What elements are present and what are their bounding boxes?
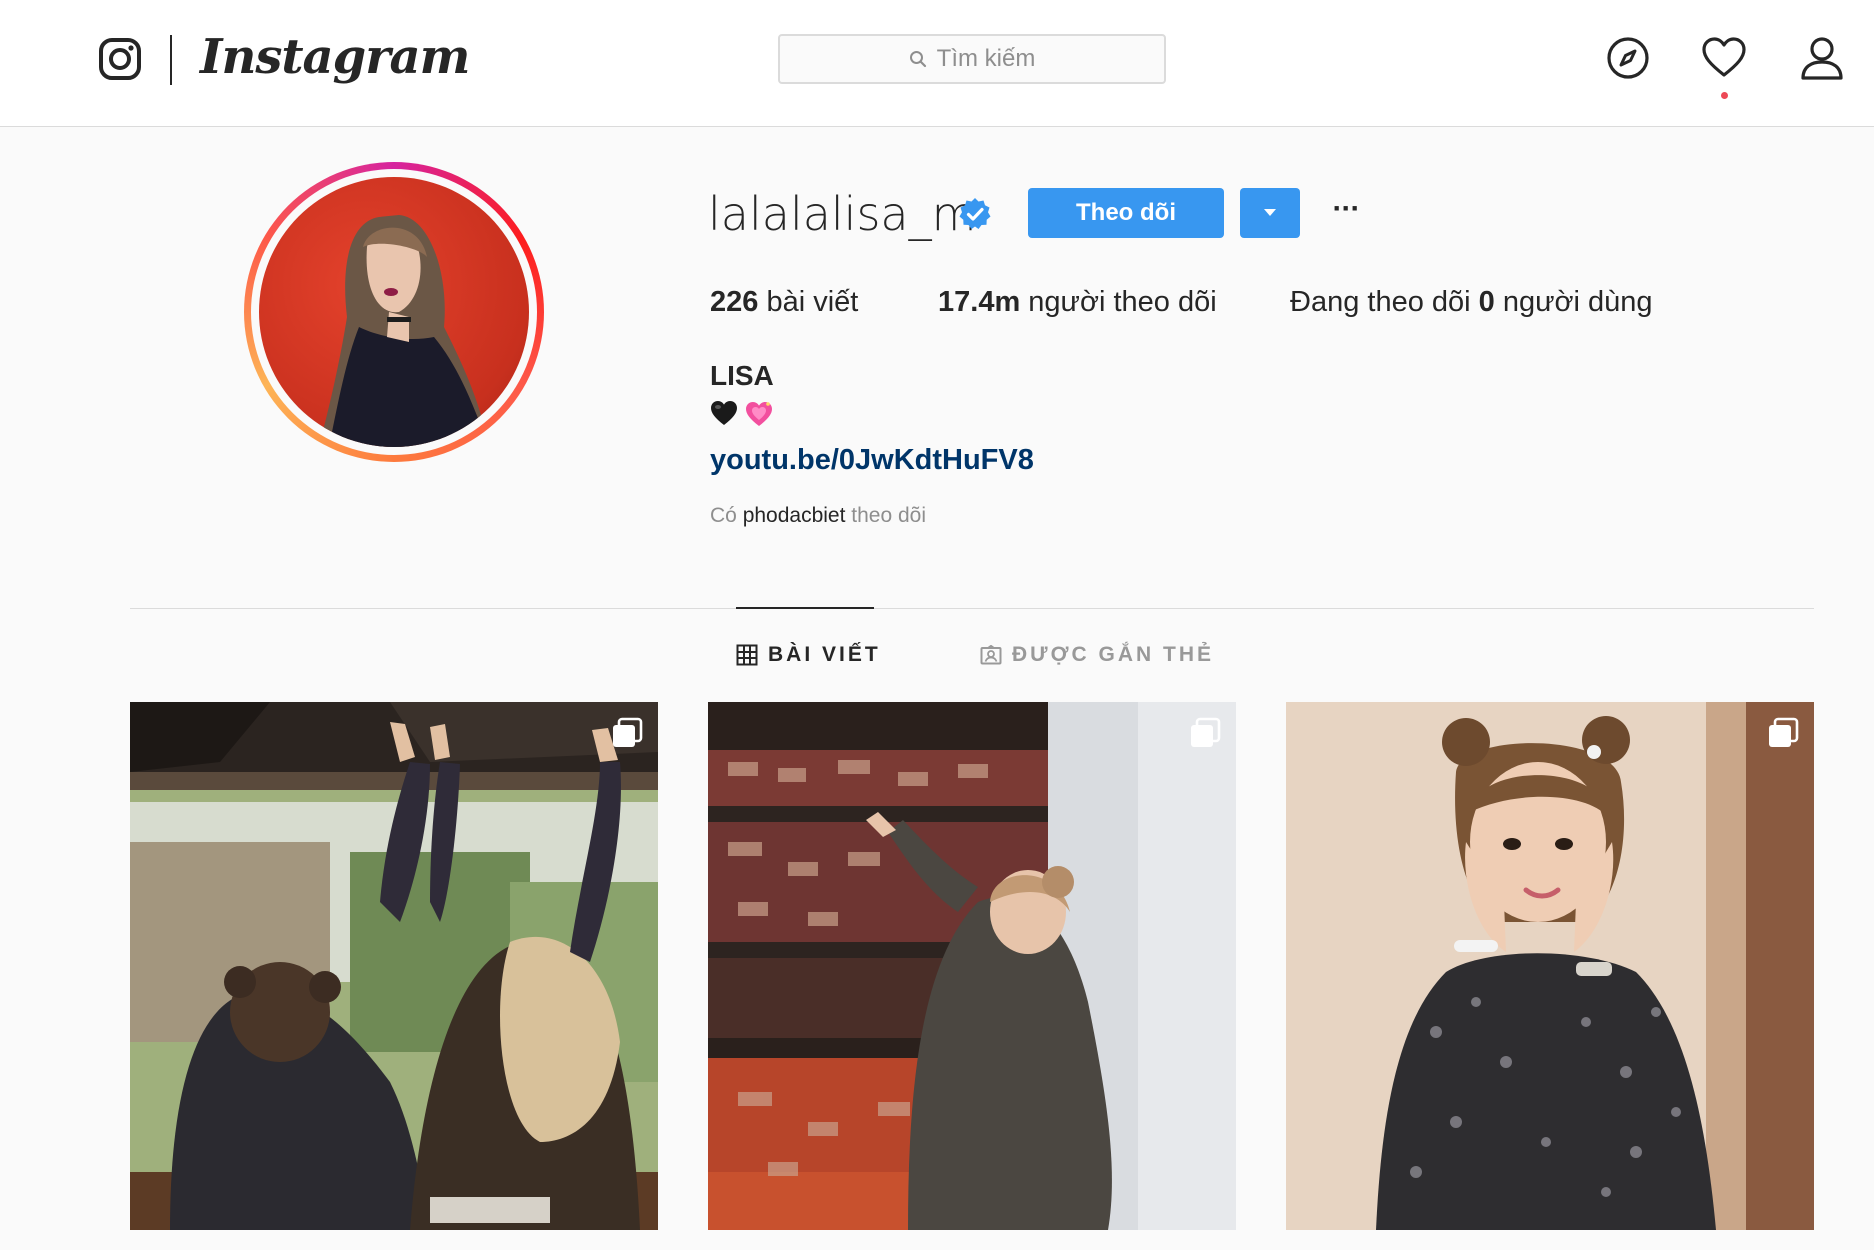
top-navbar: Instagram Tìm kiếm: [0, 0, 1874, 127]
post-image: [1286, 702, 1814, 1230]
profile-username: lalalalisa_m: [708, 187, 977, 241]
following-stat[interactable]: Đang theo dõi 0 người dùng: [1290, 282, 1653, 322]
logo-divider: [170, 35, 172, 85]
followed-by-text: Có phodacbiet theo dõi: [710, 500, 926, 532]
avatar[interactable]: [259, 177, 529, 447]
posts-count-stat: 226 bài viết: [710, 282, 858, 322]
black-heart-icon: [711, 401, 737, 425]
active-tab-indicator: [736, 607, 874, 609]
multiple-photos-icon: [613, 717, 643, 747]
following-prefix: Đang theo dõi: [1290, 286, 1479, 318]
following-count: 0: [1478, 286, 1495, 318]
following-suffix: người dùng: [1494, 286, 1653, 318]
search-input[interactable]: Tìm kiếm: [778, 34, 1166, 84]
followers-stat[interactable]: 17.4m người theo dõi: [938, 282, 1217, 322]
notification-dot: [1721, 92, 1728, 99]
tab-posts-label: BÀI VIẾT: [768, 643, 881, 666]
post-image: [130, 702, 658, 1230]
search-placeholder: Tìm kiếm: [936, 45, 1036, 72]
posts-count: 226: [710, 286, 759, 318]
grid-icon: [736, 644, 758, 666]
search-icon: [909, 51, 926, 68]
compass-icon[interactable]: [1604, 34, 1652, 82]
tagged-icon: [980, 645, 1002, 665]
followed-by-prefix: Có: [710, 504, 743, 527]
story-ring[interactable]: [244, 162, 544, 462]
bio-emojis: [710, 400, 774, 428]
post-thumbnail[interactable]: [130, 702, 658, 1230]
post-thumbnail[interactable]: [708, 702, 1236, 1230]
avatar-photo-art: [319, 215, 489, 447]
tab-tagged[interactable]: ĐƯỢC GẮN THẺ: [980, 640, 1214, 670]
tab-tagged-label: ĐƯỢC GẮN THẺ: [1012, 643, 1215, 666]
instagram-glyph-icon[interactable]: [98, 37, 142, 81]
multiple-photos-icon: [1769, 717, 1799, 747]
post-thumbnail[interactable]: [1286, 702, 1814, 1230]
tabs-divider: [130, 608, 1814, 609]
followed-by-username[interactable]: phodacbiet: [743, 504, 846, 527]
followers-label: người theo dõi: [1020, 286, 1217, 318]
avatar-border: [251, 169, 537, 455]
tab-posts[interactable]: BÀI VIẾT: [736, 640, 881, 670]
bio-link[interactable]: youtu.be/0JwKdtHuFV8: [710, 440, 1034, 480]
user-icon[interactable]: [1798, 34, 1846, 82]
caret-down-icon: [1264, 209, 1276, 216]
heart-icon[interactable]: [1700, 34, 1748, 82]
follow-button[interactable]: Theo dõi: [1028, 188, 1224, 238]
followers-count: 17.4m: [938, 286, 1021, 318]
followed-by-suffix: theo dõi: [845, 504, 927, 527]
verified-badge-icon: [959, 198, 991, 229]
profile-full-name: LISA: [710, 360, 774, 391]
posts-label: bài viết: [758, 286, 859, 318]
suggested-accounts-button[interactable]: [1240, 188, 1300, 238]
sparkling-heart-icon: [746, 402, 772, 426]
instagram-wordmark[interactable]: Instagram: [200, 22, 470, 92]
post-image: [708, 702, 1236, 1230]
more-options-button[interactable]: ···: [1328, 194, 1364, 232]
multiple-photos-icon: [1191, 717, 1221, 747]
